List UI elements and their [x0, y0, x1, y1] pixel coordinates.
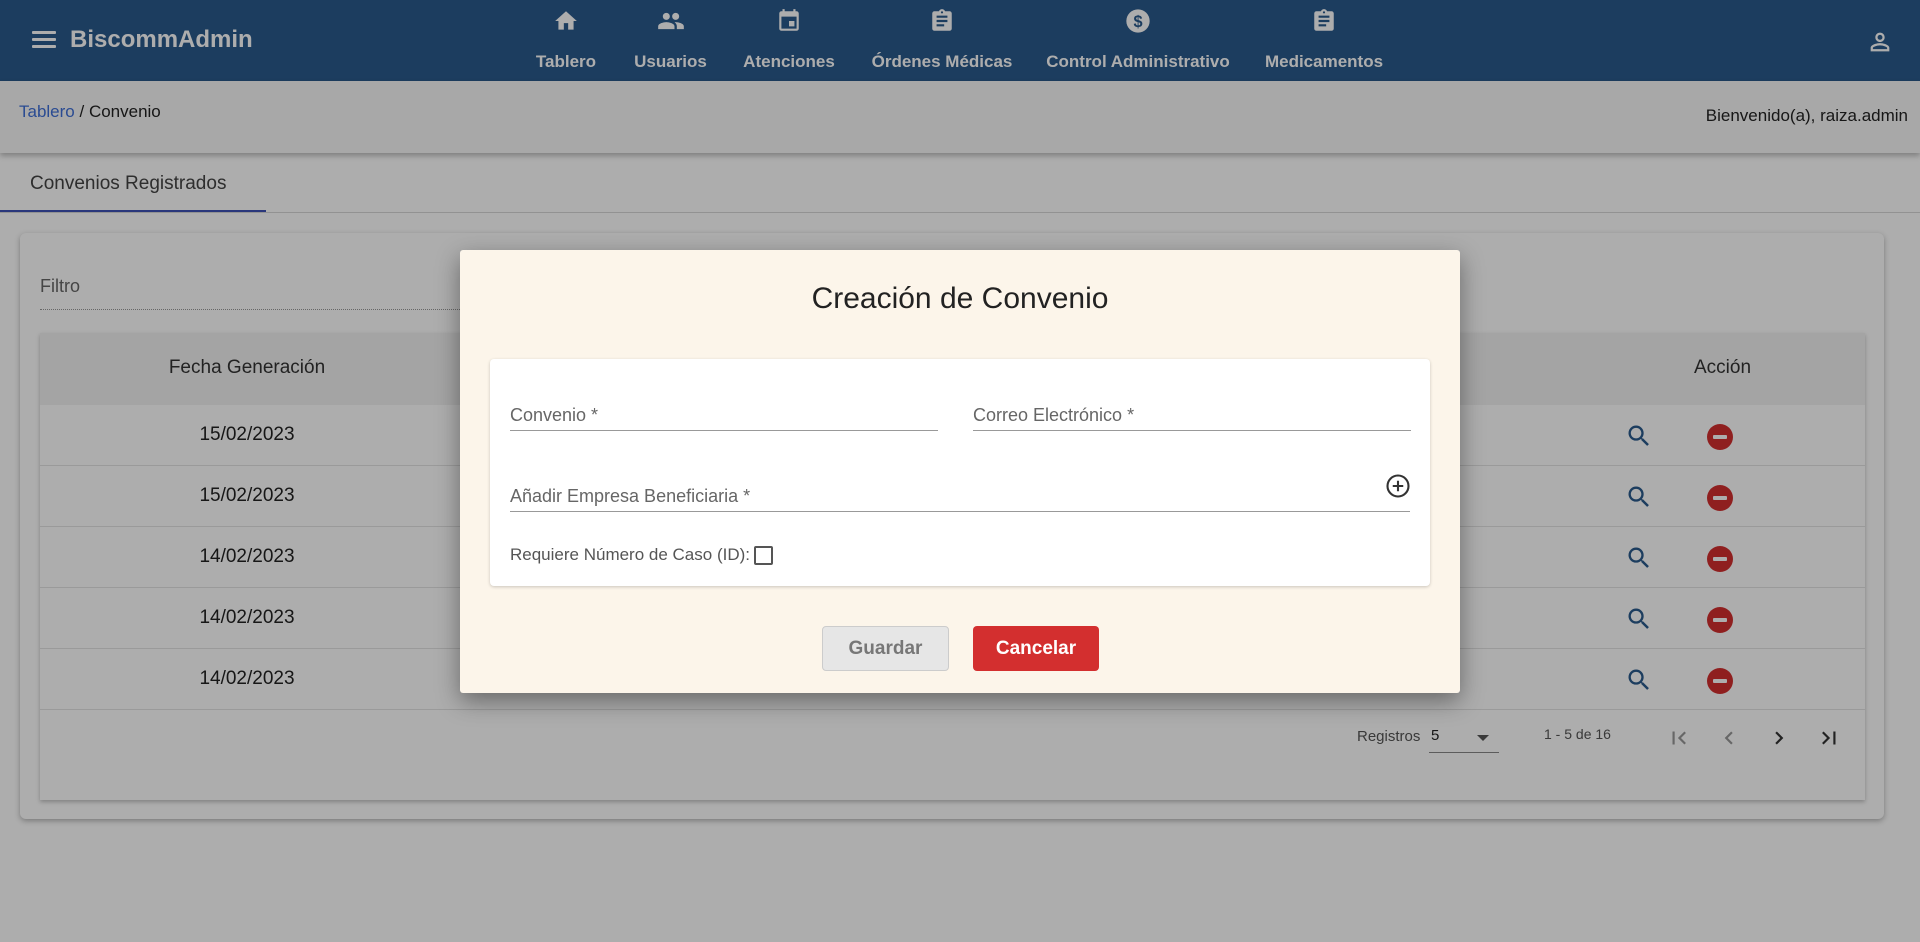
add-circle-icon[interactable]: [1384, 472, 1412, 500]
convenio-input[interactable]: [510, 383, 938, 430]
case-id-checkbox-row: Requiere Número de Caso (ID):: [510, 545, 773, 565]
convenio-field[interactable]: [510, 383, 938, 431]
form-card: Requiere Número de Caso (ID):: [490, 359, 1430, 586]
email-input[interactable]: [973, 383, 1411, 430]
dialog-title: Creación de Convenio: [811, 282, 1109, 315]
save-button[interactable]: Guardar: [822, 626, 949, 671]
create-convenio-dialog: Creación de Convenio Requiere Número de …: [460, 250, 1460, 693]
email-field[interactable]: [973, 383, 1411, 431]
empresa-field[interactable]: [510, 464, 1410, 512]
cancel-button[interactable]: Cancelar: [973, 626, 1099, 671]
case-id-checkbox[interactable]: [753, 545, 773, 565]
empresa-input[interactable]: [510, 464, 1410, 511]
case-id-checkbox-label: Requiere Número de Caso (ID):: [510, 545, 750, 564]
